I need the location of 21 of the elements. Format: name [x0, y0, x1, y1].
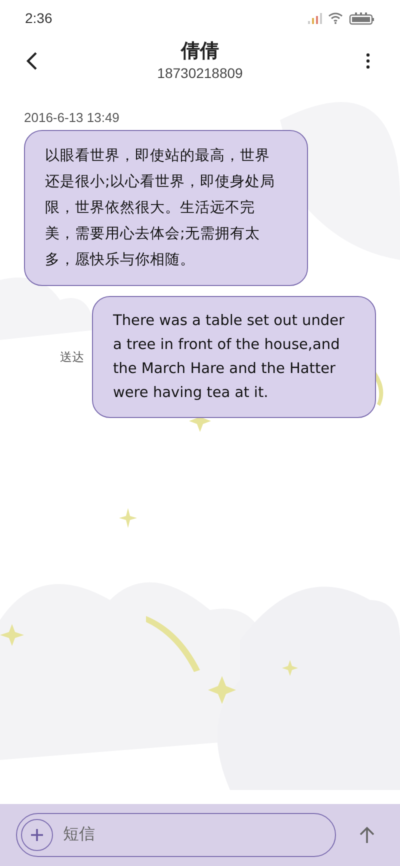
sparkle-icon [0, 624, 24, 646]
add-button[interactable] [21, 819, 53, 851]
battery-icon [349, 12, 375, 24]
more-icon[interactable] [366, 53, 370, 69]
outgoing-message-bubble: There was a table set out under a tree in front of the house,and the March Hare and the Hatter were having tea at it. [92, 296, 376, 418]
delivery-status: 送达 [60, 349, 84, 366]
message-timestamp: 2016-6-13 13:49 [24, 110, 120, 126]
contact-name: 倩倩 [181, 40, 219, 64]
sparkle-icon [282, 660, 298, 676]
wifi-icon [328, 12, 343, 24]
back-icon[interactable] [26, 51, 38, 71]
plus-icon[interactable] [30, 828, 44, 842]
signal-icon [308, 12, 322, 24]
sparkle-icon [208, 676, 236, 704]
incoming-message-bubble: 以眼看世界，即使站的最高，世界还是很小;以心看世界，即使身处局限，世界依然很大。生活远不完美，需要用心去体会;无需拥有太多，愿快乐与你相随。 [24, 130, 308, 286]
phone-number: 18730218809 [157, 64, 243, 82]
status-time: 2:36 [25, 8, 52, 28]
up-arrow-icon[interactable] [359, 826, 375, 844]
message-input-box[interactable]: 短信 [16, 813, 336, 857]
streak-mark [146, 616, 200, 672]
sparkle-icon [119, 508, 137, 528]
